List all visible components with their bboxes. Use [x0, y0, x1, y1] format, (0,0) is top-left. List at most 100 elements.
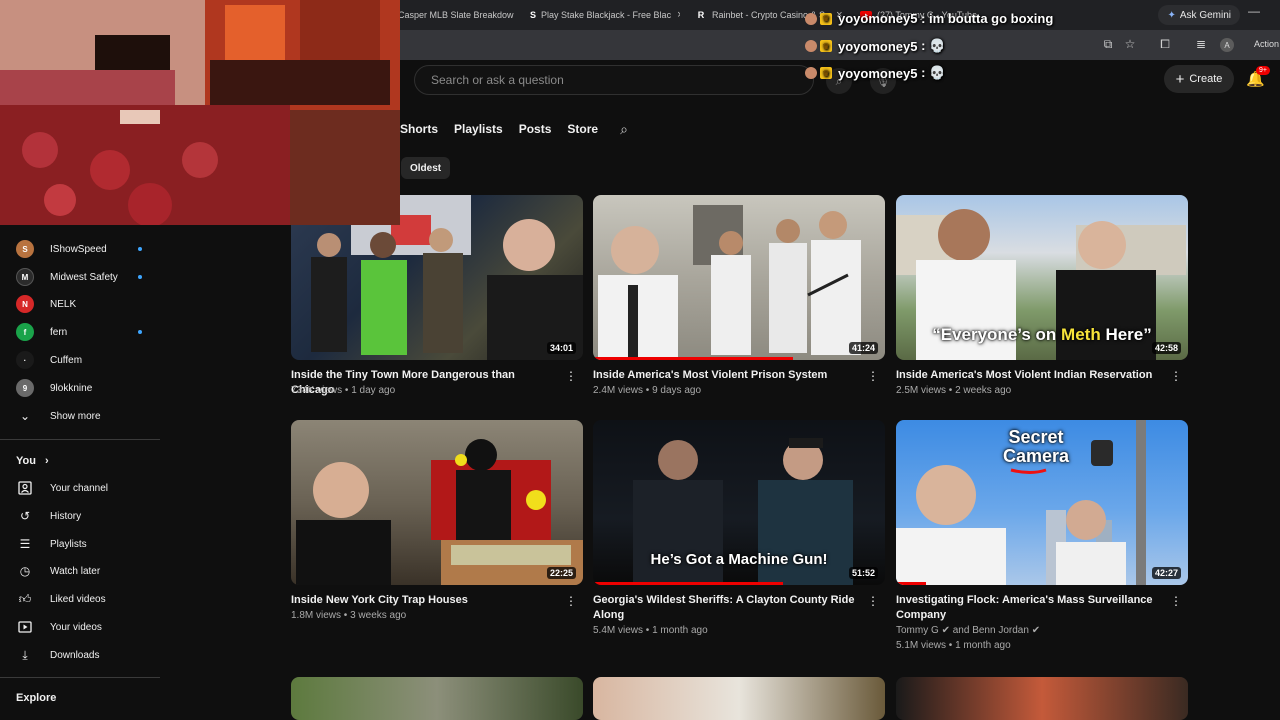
sidebar-sub-ishowspeed[interactable]: S IShowSpeed [16, 238, 160, 260]
more-options-icon[interactable]: ⋮ [565, 594, 577, 608]
gemini-icon: ✦ [1167, 9, 1176, 21]
show-more-label: Show more [50, 410, 101, 422]
avatar: · [16, 351, 34, 369]
avatar: M [16, 268, 34, 286]
cast-icon[interactable]: ⧉ [1100, 37, 1116, 52]
more-options-icon[interactable]: ⋮ [565, 369, 577, 383]
video-meta: 5.1M views • 1 month ago [896, 640, 1011, 651]
collab-channel[interactable]: and Benn Jordan [953, 625, 1029, 636]
clock-icon: ◷ [19, 564, 31, 578]
video-title[interactable]: Inside New York City Trap Houses [291, 593, 561, 608]
sidebar-sub-midwest-safety[interactable]: M Midwest Safety [16, 266, 160, 288]
video-title[interactable]: Inside America's Most Violent Indian Res… [896, 368, 1166, 383]
search-placeholder: Search or ask a question [431, 73, 564, 87]
tab-shorts[interactable]: Shorts [400, 122, 438, 136]
show-more-button[interactable]: ⌄ Show more [16, 405, 160, 427]
webcam-overlay [0, 0, 400, 225]
video-thumbnail[interactable]: He’s Got a Machine Gun! 51:52 [593, 420, 885, 585]
sidebar-item-playlists[interactable]: ☰ Playlists [16, 533, 160, 555]
video-meta: 5.4M views • 1 month ago [593, 625, 708, 636]
sidebar-item-label: Playlists [50, 538, 87, 550]
sidebar-item-downloads[interactable]: ⤓ Downloads [16, 644, 160, 666]
tab-playlists[interactable]: Playlists [454, 122, 503, 136]
sidebar-item-history[interactable]: ↺ History [16, 505, 160, 527]
sidebar-item-your-videos[interactable]: Your videos [16, 616, 160, 638]
close-icon[interactable]: × [677, 9, 680, 21]
video-thumbnail[interactable]: 22:25 [291, 420, 583, 585]
thumbnail-art [296, 439, 583, 585]
sidebar-item-label: NELK [50, 298, 77, 310]
tab-store[interactable]: Store [567, 122, 598, 136]
you-heading[interactable]: You › [16, 455, 49, 467]
tab-posts[interactable]: Posts [519, 122, 552, 136]
profile-avatar[interactable]: A [1220, 38, 1234, 52]
chat-message: ♛ yoyomoney5 : 💀 [805, 38, 945, 54]
plus-icon: + [1175, 70, 1185, 88]
video-thumbnail[interactable] [593, 677, 885, 720]
video-duration: 51:52 [848, 567, 878, 579]
chat-text: : 💀 [921, 38, 946, 53]
bookmark-star-icon[interactable]: ☆ [1122, 37, 1138, 51]
view-count: 5.1M views [896, 640, 947, 651]
chat-message: ♛ yoyomoney5 : im boutta go boxing [805, 11, 1053, 26]
channel-tabs: Shorts Playlists Posts Store ⌕ [400, 118, 628, 140]
browser-tab[interactable]: S Play Stake Blackjack - Free Blac × [530, 4, 680, 26]
sidebar-sub-9lokknine[interactable]: 9 9lokknine [16, 377, 160, 399]
sidebar: S IShowSpeed M Midwest Safety N NELK f f… [0, 225, 160, 720]
browser-tab[interactable]: Casper MLB Slate Breakdow × [398, 4, 518, 26]
sidebar-sub-nelk[interactable]: N NELK [16, 293, 160, 315]
channel-search-icon[interactable]: ⌕ [620, 121, 628, 138]
live-indicator [138, 330, 142, 334]
more-options-icon[interactable]: ⋮ [1170, 594, 1182, 608]
minimize-icon[interactable]: — [1248, 4, 1260, 18]
sidebar-item-watch-later[interactable]: ◷ Watch later [16, 560, 160, 582]
history-icon: ↺ [19, 509, 31, 523]
person-icon [16, 479, 34, 497]
upload-age: 1 month ago [955, 640, 1011, 651]
view-count: 2.4M views [593, 385, 644, 396]
sort-chip-oldest[interactable]: Oldest [401, 157, 451, 179]
chat-user-avatar [805, 12, 817, 25]
search-input[interactable]: Search or ask a question [414, 65, 814, 95]
sidebar-item-label: IShowSpeed [50, 243, 107, 255]
download-icon: ⤓ [22, 647, 28, 662]
sidebar-sub-fern[interactable]: f fern [16, 321, 160, 343]
verified-icon: ✔ [1031, 625, 1041, 636]
tab-title: Play Stake Blackjack - Free Blac [541, 10, 672, 20]
create-button[interactable]: + Create [1164, 65, 1234, 93]
crown-badge-icon: ♛ [820, 12, 832, 25]
video-thumbnail[interactable]: Secret Camera 42:27 [896, 420, 1188, 585]
video-thumbnail[interactable]: “Everyone’s on Meth Here” 42:58 [896, 195, 1188, 360]
more-options-icon[interactable]: ⋮ [1170, 369, 1182, 383]
avatar: N [16, 295, 34, 313]
sidebar-sub-cuffem[interactable]: · Cuffem [16, 349, 160, 371]
video-title-line2: Company [896, 609, 947, 621]
more-options-icon[interactable]: ⋮ [867, 369, 879, 383]
chevron-down-icon: ⌄ [19, 409, 31, 423]
channel-name[interactable]: Tommy G [896, 625, 939, 636]
video-title[interactable]: Inside America's Most Violent Prison Sys… [593, 368, 863, 383]
extensions-icon[interactable]: ⧠ [1157, 37, 1173, 52]
chat-user-avatar [805, 40, 817, 52]
ask-gemini-button[interactable]: ✦ Ask Gemini [1158, 5, 1240, 25]
video-duration: 41:24 [848, 342, 878, 354]
video-title[interactable]: Georgia's Wildest Sheriffs: A Clayton Co… [593, 593, 863, 623]
more-options-icon[interactable]: ⋮ [867, 594, 879, 608]
upload-age: 3 weeks ago [350, 610, 407, 621]
sidebar-item-label: Your videos [50, 621, 102, 633]
video-thumbnail[interactable] [896, 677, 1188, 720]
action-label[interactable]: Action r [1254, 39, 1280, 49]
sidebar-item-your-channel[interactable]: Your channel [16, 477, 160, 499]
video-title[interactable]: Investigating Flock: America's Mass Surv… [896, 593, 1166, 623]
video-thumbnail[interactable]: 41:24 [593, 195, 885, 360]
video-thumbnail[interactable] [291, 677, 583, 720]
chevron-right-icon: › [45, 455, 49, 467]
webcam-feed [0, 0, 400, 225]
sidebar-item-label: 9lokknine [50, 382, 93, 394]
caption-highlight: Meth [1061, 325, 1101, 344]
video-duration: 22:25 [546, 567, 576, 579]
reading-list-icon[interactable]: ≣ [1193, 37, 1209, 51]
crown-badge-icon: ♛ [820, 40, 832, 52]
sidebar-item-liked-videos[interactable]: 👍︎ Liked videos [16, 588, 160, 610]
upload-age: 1 month ago [652, 625, 708, 636]
